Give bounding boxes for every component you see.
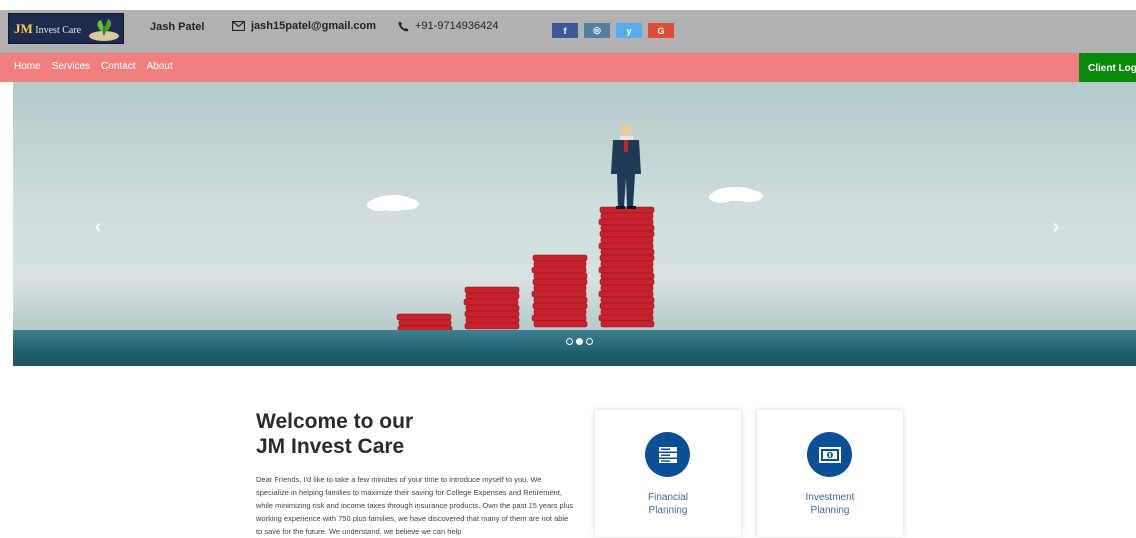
nav-contact[interactable]: Contact [101,61,135,72]
email-text: jash15patel@gmail.com [251,20,377,32]
carousel-dot-1[interactable] [566,338,573,345]
card-label: Investment Planning [757,491,903,517]
phone-contact[interactable]: +91-9714936424 [398,20,499,32]
welcome-title: Welcome to our JM Invest Care [256,409,413,459]
card-label-line1: Investment [805,492,855,503]
carousel-indicators [566,338,593,345]
server-icon [645,432,690,477]
service-card-financial-planning[interactable]: Financial Planning [595,410,741,537]
carousel-next-chevron-icon[interactable]: › [1046,215,1066,239]
nav-services[interactable]: Services [52,61,90,72]
google-icon[interactable]: G [648,23,674,38]
card-label-line2: Planning [648,505,688,516]
logo-initials: JM [14,21,33,36]
phone-icon [398,21,409,32]
site-logo[interactable]: JM Invest Care [8,13,124,44]
welcome-body: Dear Friends, I'd like to take a few min… [256,475,574,536]
hero-illustration [367,124,763,333]
twitter-icon[interactable]: y [616,23,642,38]
carousel-dot-3[interactable] [586,338,593,345]
plant-icon [89,19,119,41]
owner-name: Jash Patel [150,21,205,33]
card-label-line2: Planning [810,505,850,516]
hero-carousel: ‹ › [13,82,1136,366]
logo-name: Invest Care [35,25,82,36]
client-login-button[interactable]: Client Login [1079,53,1136,83]
facebook-icon[interactable]: f [552,23,578,38]
welcome-title-line1: Welcome to our [256,410,414,433]
welcome-title-line2: JM Invest Care [256,435,405,458]
nav-about[interactable]: About [147,61,173,72]
carousel-dot-2[interactable] [576,338,583,345]
card-label-line1: Financial [647,492,689,503]
phone-text: +91-9714936424 [415,20,499,32]
instagram-icon[interactable]: ◎ [584,23,610,38]
main-nav: Home Services Contact About [0,53,1136,82]
service-card-investment-planning[interactable]: Investment Planning [757,410,903,537]
email-contact[interactable]: jash15patel@gmail.com [232,20,376,32]
top-bar: JM Invest Care Jash Patel jash15patel@gm… [0,10,1136,53]
envelope-icon [232,21,245,31]
money-icon [807,432,852,477]
hero-floor [13,330,1136,366]
card-label: Financial Planning [595,491,741,517]
nav-home[interactable]: Home [14,61,41,72]
carousel-prev-chevron-icon[interactable]: ‹ [88,215,108,239]
social-links: f ◎ y G [552,23,674,38]
